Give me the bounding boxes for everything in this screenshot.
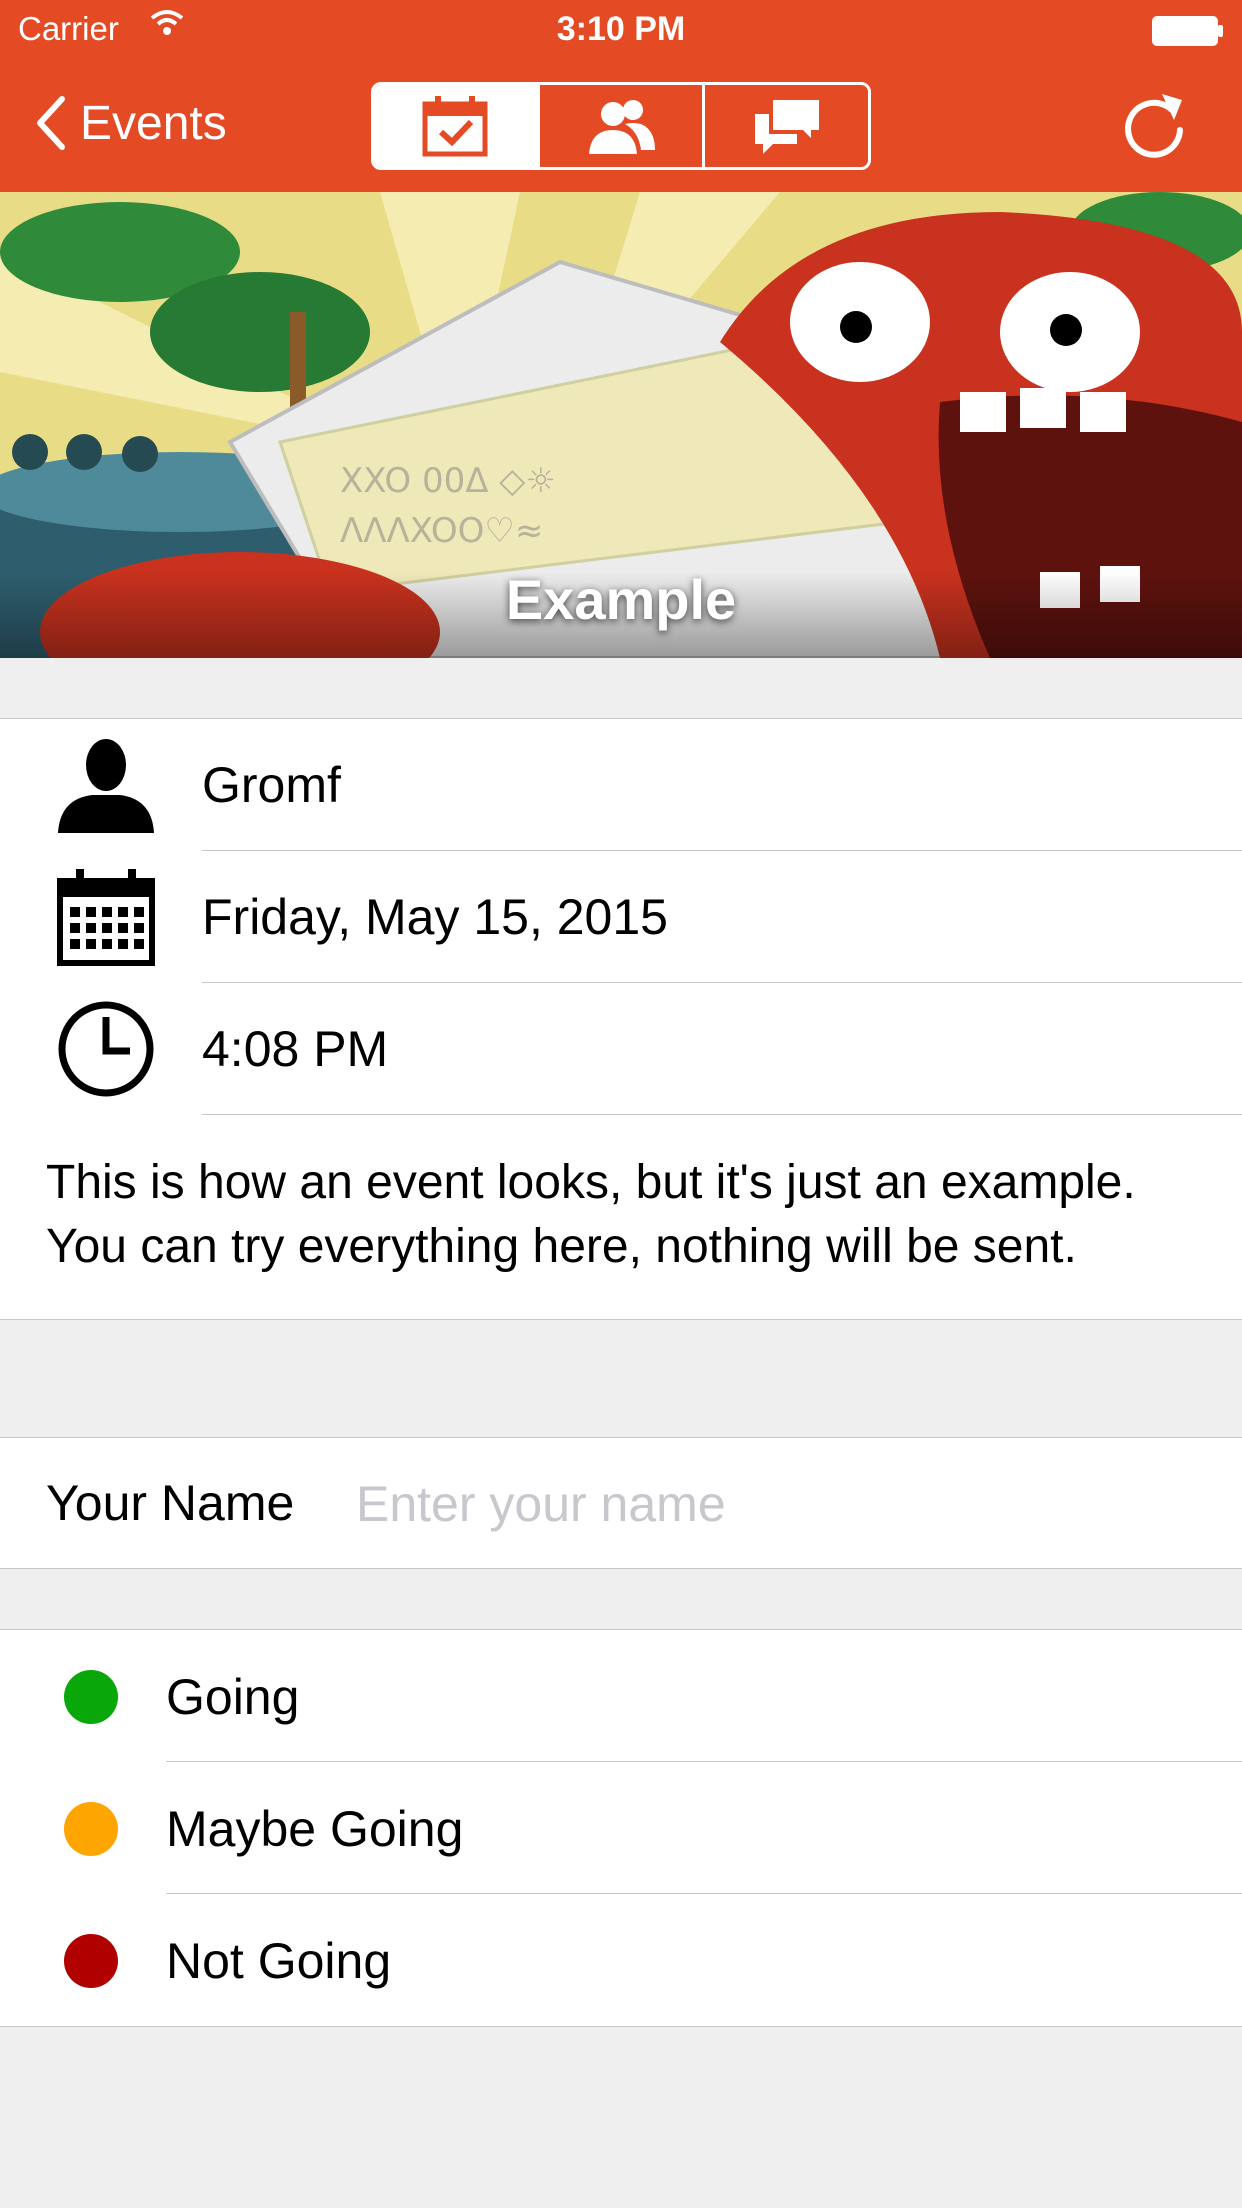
name-label: Your Name: [46, 1475, 295, 1531]
chevron-left-icon: [37, 96, 65, 150]
divider: [202, 1114, 1242, 1115]
rsvp-label: Maybe Going: [166, 1801, 464, 1857]
event-title: Example: [505, 568, 737, 631]
rsvp-section: Going Maybe Going Not Going: [0, 1629, 1242, 2027]
refresh-icon[interactable]: [1120, 88, 1188, 160]
navigation-bar: Events: [0, 60, 1242, 192]
battery-icon: [1152, 16, 1223, 46]
clock-icon: [58, 1001, 154, 1097]
event-date: Friday, May 15, 2015: [202, 889, 668, 945]
event-details: Gromf Friday, May 15, 2015 4:08 PM This …: [0, 718, 1242, 1320]
calendar-check-icon: [422, 96, 488, 157]
people-icon: [589, 100, 655, 154]
svg-text:ΛΛΛXOO♡≈: ΛΛΛXOO♡≈: [340, 511, 543, 551]
name-section: Your Name: [0, 1437, 1242, 1569]
top-bar: Carrier 3:10 PM Events: [0, 0, 1242, 192]
chat-bubbles-icon: [754, 100, 819, 154]
event-banner: XXO 00Δ ◇☼ ΛΛΛXOO♡≈ Example: [0, 192, 1242, 658]
segmented-control: [371, 82, 871, 170]
rsvp-not-going[interactable]: Not Going: [0, 1894, 1242, 2026]
rsvp-going[interactable]: Going: [0, 1630, 1242, 1762]
calendar-icon: [57, 869, 155, 966]
rsvp-label: Not Going: [166, 1933, 392, 1989]
tab-event-details[interactable]: [374, 85, 540, 167]
name-input[interactable]: [356, 1464, 1206, 1544]
person-icon: [58, 739, 154, 833]
event-time: 4:08 PM: [202, 1021, 389, 1077]
status-dot-red: [64, 1934, 118, 1988]
status-time: 3:10 PM: [556, 10, 686, 48]
tab-comments[interactable]: [705, 85, 868, 167]
status-dot-orange: [64, 1802, 118, 1856]
tab-attendees[interactable]: [540, 85, 706, 167]
svg-text:XXO 00Δ ◇☼: XXO 00Δ ◇☼: [340, 461, 556, 501]
status-bar: Carrier 3:10 PM: [0, 0, 1242, 60]
back-label: Events: [80, 96, 227, 150]
rsvp-label: Going: [166, 1669, 300, 1725]
name-row: Your Name: [0, 1438, 1242, 1568]
date-row: Friday, May 15, 2015: [0, 851, 1242, 983]
back-button[interactable]: Events: [34, 90, 227, 156]
rsvp-maybe-going[interactable]: Maybe Going: [0, 1762, 1242, 1894]
organizer-row: Gromf: [0, 719, 1242, 851]
event-description: This is how an event looks, but it's jus…: [46, 1156, 1136, 1273]
status-dot-green: [64, 1670, 118, 1724]
organizer-name: Gromf: [202, 757, 341, 813]
time-row: 4:08 PM: [0, 983, 1242, 1115]
